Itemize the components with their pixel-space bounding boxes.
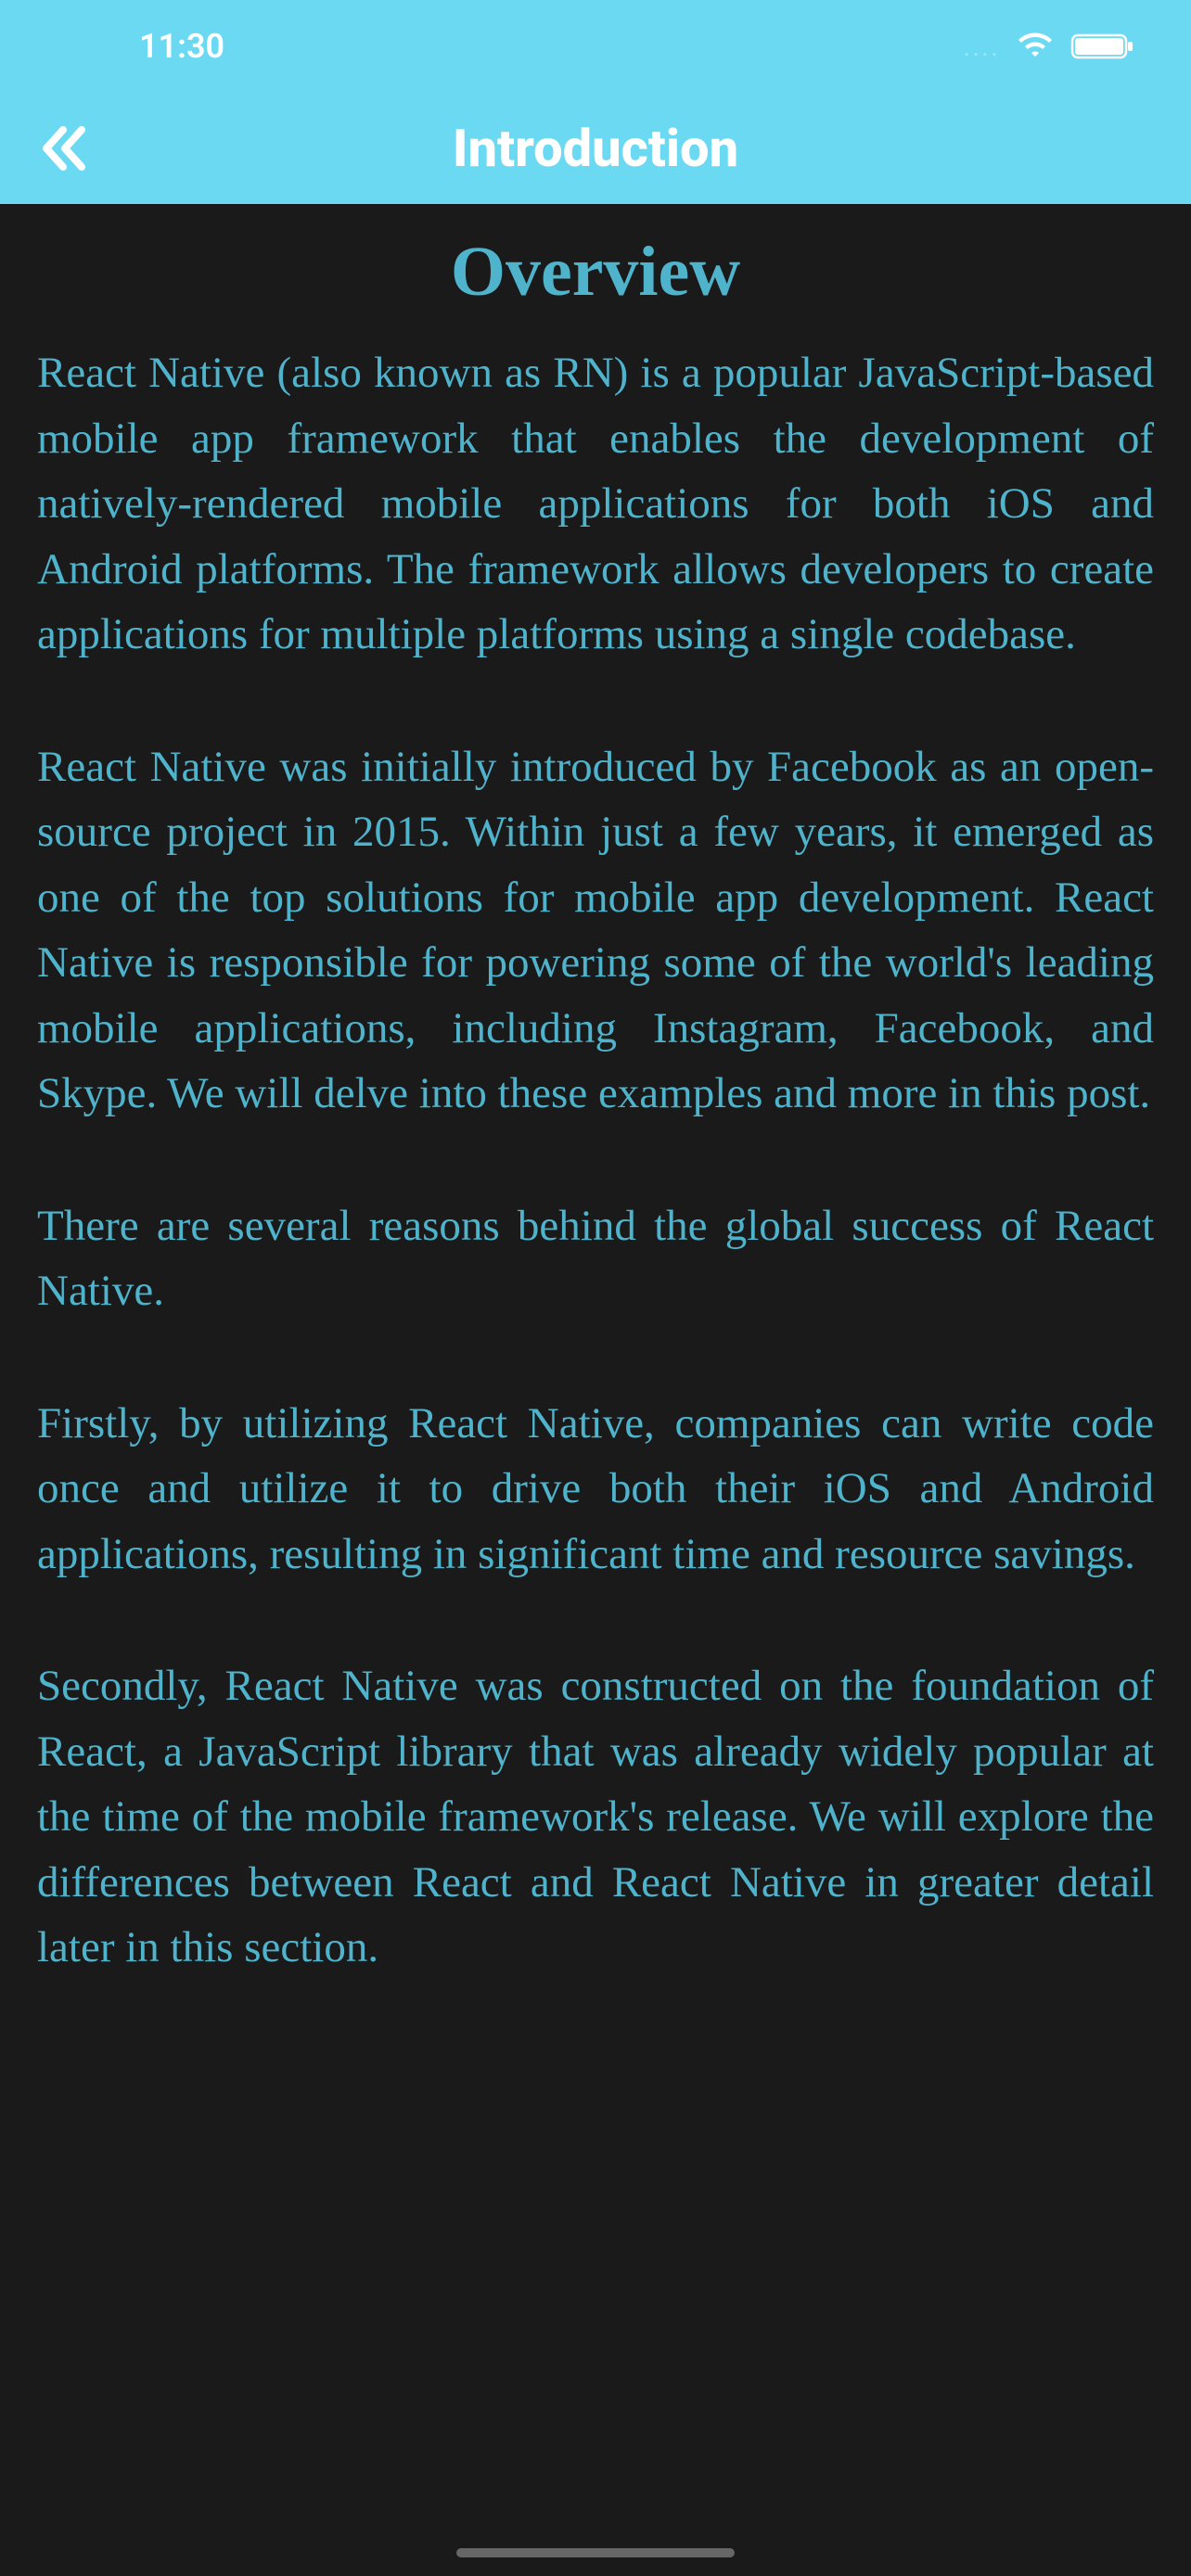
battery-icon	[1070, 32, 1135, 61]
status-bar: 11:30 ....	[0, 0, 1191, 93]
paragraph: Firstly, by utilizing React Native, comp…	[37, 1391, 1154, 1588]
content-heading: Overview	[37, 232, 1154, 312]
back-button[interactable]	[37, 121, 93, 176]
home-indicator[interactable]	[456, 2548, 735, 2557]
nav-title: Introduction	[453, 118, 738, 179]
cellular-dots-icon: ....	[963, 31, 1000, 63]
nav-bar: Introduction	[0, 93, 1191, 204]
status-right: ....	[963, 31, 1135, 63]
status-time: 11:30	[139, 27, 224, 66]
paragraph: Secondly, React Native was constructed o…	[37, 1653, 1154, 1981]
content-area[interactable]: Overview React Native (also known as RN)…	[0, 204, 1191, 2009]
paragraph: React Native (also known as RN) is a pop…	[37, 340, 1154, 668]
wifi-icon	[1017, 32, 1054, 60]
paragraph: There are several reasons behind the glo…	[37, 1193, 1154, 1324]
paragraph: React Native was initially introduced by…	[37, 734, 1154, 1127]
